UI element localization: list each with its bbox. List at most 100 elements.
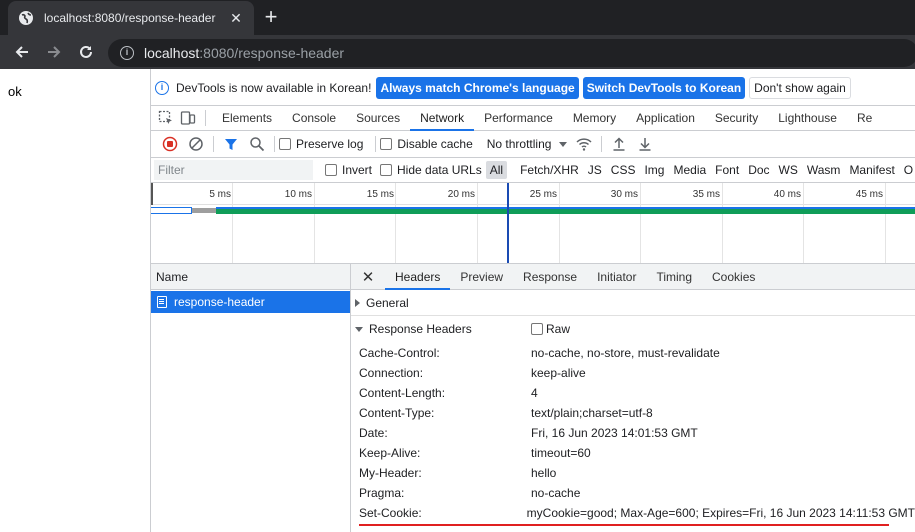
new-tab-button[interactable]: + (258, 4, 284, 30)
header-name: Connection: (359, 366, 424, 380)
forward-button[interactable] (38, 38, 70, 66)
tab-network[interactable]: Network (410, 105, 475, 131)
browser-tab-strip: localhost:8080/response-header ✕ + (0, 0, 915, 35)
tab-initiator[interactable]: Initiator (587, 264, 646, 290)
triangle-right-icon (355, 298, 360, 307)
tab-security[interactable]: Security (705, 105, 768, 131)
checkbox-box[interactable] (325, 164, 337, 176)
name-column-header[interactable]: Name (151, 264, 351, 290)
back-button[interactable] (6, 38, 38, 66)
timeline-gridline (559, 183, 560, 263)
preserve-log-checkbox[interactable]: Preserve log (279, 137, 363, 151)
raw-label: Raw (546, 322, 571, 336)
timeline-gridline (477, 183, 478, 263)
tab-sources[interactable]: Sources (346, 105, 410, 131)
tab-console[interactable]: Console (282, 105, 346, 131)
general-section-header[interactable]: General (351, 290, 915, 316)
tab-preview[interactable]: Preview (450, 264, 513, 290)
device-toolbar-icon[interactable] (177, 107, 199, 129)
request-row[interactable]: response-header (151, 291, 350, 313)
header-name: Pragma: (359, 486, 405, 500)
close-tab-icon[interactable]: ✕ (228, 10, 244, 27)
tab-performance[interactable]: Performance (474, 105, 563, 131)
export-har-button[interactable] (632, 133, 658, 155)
timeline-label: 10 ms (284, 189, 312, 200)
disable-cache-checkbox[interactable]: Disable cache (380, 137, 473, 151)
tab-application[interactable]: Application (626, 105, 705, 131)
checkbox-box[interactable] (279, 138, 291, 150)
filter-type-other[interactable]: O (900, 161, 915, 179)
header-row: Content-Type: text/plain;charset=utf-8 (351, 403, 915, 423)
switch-to-korean-button[interactable]: Switch DevTools to Korean (582, 77, 746, 99)
filter-type-fetch-xhr[interactable]: Fetch/XHR (516, 161, 583, 179)
devtools-panel: i DevTools is now available in Korean! A… (151, 69, 915, 532)
header-name: Date: (359, 426, 388, 440)
hide-data-urls-checkbox[interactable]: Hide data URLs (380, 163, 482, 177)
filter-type-all[interactable]: All (485, 161, 508, 179)
header-value: hello (531, 466, 557, 480)
network-conditions-button[interactable] (571, 133, 597, 155)
arrow-right-icon (48, 46, 61, 58)
tab-timing[interactable]: Timing (646, 264, 702, 290)
filter-toggle-button[interactable] (218, 133, 244, 155)
tab-memory[interactable]: Memory (563, 105, 626, 131)
invert-checkbox[interactable]: Invert (325, 163, 372, 177)
stop-recording-button[interactable] (157, 133, 183, 155)
filter-input[interactable] (154, 160, 313, 180)
filter-type-css[interactable]: CSS (607, 161, 640, 179)
tab-lighthouse[interactable]: Lighthouse (768, 105, 847, 131)
timeline-label: 30 ms (610, 189, 638, 200)
header-row: Content-Length: 4 (351, 383, 915, 403)
header-name: My-Header: (359, 466, 422, 480)
filter-type-media[interactable]: Media (669, 161, 710, 179)
timeline-gridline (803, 183, 804, 263)
filter-type-doc[interactable]: Doc (744, 161, 773, 179)
hide-data-urls-label: Hide data URLs (397, 163, 482, 177)
always-match-language-button[interactable]: Always match Chrome's language (376, 77, 579, 99)
filter-type-wasm[interactable]: Wasm (803, 161, 845, 179)
address-bar[interactable]: i localhost:8080/response-header (108, 39, 915, 67)
tab-cookies[interactable]: Cookies (702, 264, 765, 290)
dont-show-again-button[interactable]: Don't show again (749, 77, 851, 99)
timeline-gridline (232, 183, 233, 263)
request-detail-tabs: ✕ Headers Preview Response Initiator Tim… (351, 264, 915, 290)
wifi-settings-icon (576, 138, 592, 151)
raw-checkbox[interactable]: Raw (531, 322, 570, 336)
header-value: 4 (531, 386, 538, 400)
checkbox-box[interactable] (380, 138, 393, 150)
close-icon[interactable]: ✕ (351, 268, 385, 286)
filter-type-js[interactable]: JS (584, 161, 606, 179)
throttling-select[interactable]: No throttling (487, 137, 568, 151)
header-row: Date: Fri, 16 Jun 2023 14:01:53 GMT (351, 423, 915, 443)
header-value: keep-alive (531, 366, 586, 380)
tab-headers[interactable]: Headers (385, 264, 451, 290)
reload-button[interactable] (70, 38, 102, 66)
browser-tab[interactable]: localhost:8080/response-header ✕ (8, 1, 254, 35)
response-headers-section-header[interactable]: Response Headers Raw (351, 316, 915, 342)
clear-button[interactable] (183, 133, 209, 155)
filter-type-manifest[interactable]: Manifest (845, 161, 898, 179)
reload-icon (80, 45, 92, 58)
header-row: Set-Cookie: myCookie=good; Max-Age=600; E… (351, 503, 915, 523)
tab-response[interactable]: Response (513, 264, 587, 290)
search-button[interactable] (244, 133, 270, 155)
preserve-log-label: Preserve log (296, 137, 364, 151)
triangle-down-icon (355, 326, 363, 332)
filter-type-font[interactable]: Font (711, 161, 743, 179)
network-overview-timeline[interactable]: 5 ms 10 ms 15 ms 20 ms 25 ms 30 ms 35 ms… (151, 183, 915, 264)
timeline-label: 20 ms (447, 189, 475, 200)
import-har-button[interactable] (606, 133, 632, 155)
header-value: text/plain;charset=utf-8 (531, 406, 653, 420)
inspect-element-icon[interactable] (155, 107, 177, 129)
tab-recorder[interactable]: Re (847, 105, 882, 131)
invert-label: Invert (342, 163, 373, 177)
waterfall-bar (151, 207, 915, 214)
filter-type-ws[interactable]: WS (775, 161, 802, 179)
filter-type-img[interactable]: Img (640, 161, 668, 179)
checkbox-box[interactable] (380, 164, 393, 176)
site-info-icon[interactable]: i (120, 46, 134, 60)
tab-elements[interactable]: Elements (212, 105, 282, 131)
checkbox-box[interactable] (531, 323, 543, 335)
url-path: :8080/response-header (199, 45, 345, 61)
header-value: Fri, 16 Jun 2023 14:01:53 GMT (531, 426, 698, 440)
